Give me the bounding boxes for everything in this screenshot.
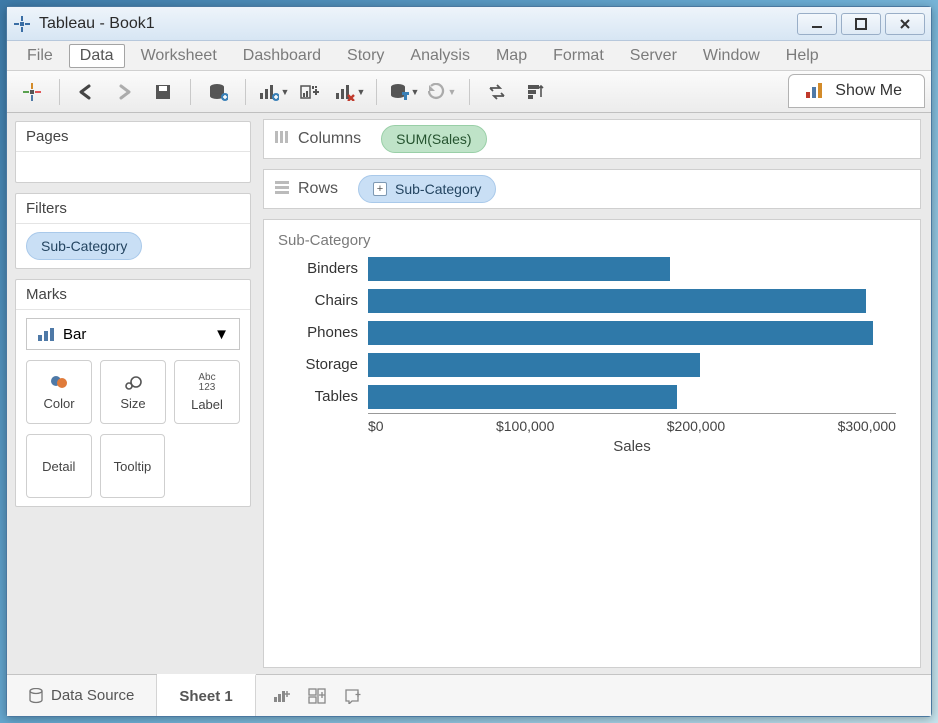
- bar-phones[interactable]: [368, 321, 873, 345]
- pages-label: Pages: [16, 122, 250, 152]
- menu-help[interactable]: Help: [776, 45, 829, 67]
- bar-storage[interactable]: [368, 353, 700, 377]
- x-axis-title: Sales: [368, 438, 896, 455]
- app-title: Tableau - Book1: [39, 15, 155, 33]
- maximize-button[interactable]: [841, 13, 881, 35]
- viz-header: Sub-Category: [278, 232, 896, 249]
- marks-label: Marks: [16, 280, 250, 310]
- workspace: Pages Filters Sub-Category Marks: [7, 113, 931, 674]
- filters-shelf[interactable]: Filters Sub-Category: [15, 193, 251, 269]
- menu-data[interactable]: Data: [69, 44, 125, 68]
- marks-color[interactable]: Color: [26, 360, 92, 424]
- menubar: File Data Worksheet Dashboard Story Analysis M…: [7, 41, 931, 71]
- menu-file[interactable]: File: [17, 45, 63, 67]
- filters-label: Filters: [16, 194, 250, 224]
- bar-tables[interactable]: [368, 385, 677, 409]
- forward-button[interactable]: [108, 77, 142, 107]
- columns-icon: [274, 130, 290, 149]
- x-tick: $200,000: [667, 418, 725, 434]
- rows-label: Rows: [298, 180, 338, 198]
- close-button[interactable]: [885, 13, 925, 35]
- y-axis-labels: BindersChairsPhonesStorageTables: [278, 253, 368, 649]
- new-dashboard-icon[interactable]: [308, 688, 326, 704]
- swap-button[interactable]: [480, 77, 514, 107]
- chevron-down-icon: ▼: [214, 326, 229, 343]
- x-axis: $0 $100,000 $200,000 $300,000: [368, 413, 896, 434]
- minimize-button[interactable]: [797, 13, 837, 35]
- marks-card: Marks Bar ▼: [15, 279, 251, 507]
- mark-type-select[interactable]: Bar ▼: [26, 318, 240, 350]
- menu-format[interactable]: Format: [543, 45, 614, 67]
- datasource-icon: [29, 688, 43, 704]
- marks-label[interactable]: Abc123 Label: [174, 360, 240, 424]
- new-worksheet-button[interactable]: ▼: [256, 77, 290, 107]
- app-icon: [13, 15, 31, 33]
- x-tick: $100,000: [496, 418, 554, 434]
- marks-detail[interactable]: Detail: [26, 434, 92, 498]
- menu-analysis[interactable]: Analysis: [400, 45, 480, 67]
- filter-pill-subcategory[interactable]: Sub-Category: [26, 232, 142, 260]
- bar-row: [368, 381, 896, 413]
- y-label: Storage: [278, 349, 368, 381]
- x-tick: $300,000: [838, 418, 896, 434]
- expand-icon: +: [373, 182, 387, 196]
- titlebar: Tableau - Book1: [7, 7, 931, 41]
- y-label: Phones: [278, 317, 368, 349]
- color-icon: [49, 374, 69, 392]
- tab-data-source[interactable]: Data Source: [7, 675, 157, 716]
- menu-map[interactable]: Map: [486, 45, 537, 67]
- rows-shelf[interactable]: Rows + Sub-Category: [263, 169, 921, 209]
- bar-icon: [37, 327, 55, 341]
- visualization: Sub-Category BindersChairsPhonesStorageT…: [263, 219, 921, 668]
- menu-server[interactable]: Server: [620, 45, 687, 67]
- tab-sheet-1[interactable]: Sheet 1: [157, 674, 255, 716]
- tableau-logo-icon[interactable]: [15, 77, 49, 107]
- label-icon: Abc123: [198, 373, 215, 393]
- columns-label: Columns: [298, 130, 361, 148]
- save-button[interactable]: [146, 77, 180, 107]
- bar-row: [368, 317, 896, 349]
- menu-dashboard[interactable]: Dashboard: [233, 45, 331, 67]
- y-label: Binders: [278, 253, 368, 285]
- side-panel: Pages Filters Sub-Category Marks: [7, 113, 259, 674]
- show-me-label: Show Me: [835, 82, 902, 100]
- auto-update-button[interactable]: ▼: [387, 77, 421, 107]
- show-me-button[interactable]: Show Me: [788, 74, 925, 108]
- bars-area: $0 $100,000 $200,000 $300,000 Sales: [368, 253, 896, 649]
- sort-asc-button[interactable]: [518, 77, 552, 107]
- marks-size[interactable]: Size: [100, 360, 166, 424]
- pages-shelf[interactable]: Pages: [15, 121, 251, 183]
- duplicate-sheet-button[interactable]: [294, 77, 328, 107]
- menu-window[interactable]: Window: [693, 45, 770, 67]
- y-label: Tables: [278, 381, 368, 413]
- new-story-icon[interactable]: [344, 688, 362, 704]
- rows-icon: [274, 180, 290, 199]
- bar-row: [368, 285, 896, 317]
- bar-row: [368, 253, 896, 285]
- app-window: Tableau - Book1 File Data Worksheet Dashboa…: [6, 6, 932, 717]
- bar-chairs[interactable]: [368, 289, 866, 313]
- menu-worksheet[interactable]: Worksheet: [131, 45, 227, 67]
- clear-sheet-button[interactable]: ▼: [332, 77, 366, 107]
- show-me-icon: [805, 83, 825, 99]
- y-label: Chairs: [278, 285, 368, 317]
- marks-tooltip[interactable]: Tooltip: [100, 434, 166, 498]
- columns-pill-sum-sales[interactable]: SUM(Sales): [381, 125, 486, 153]
- rows-pill-subcategory[interactable]: + Sub-Category: [358, 175, 496, 203]
- bottom-tabs: Data Source Sheet 1: [7, 674, 931, 716]
- bar-row: [368, 349, 896, 381]
- canvas: Columns SUM(Sales) Rows + Sub-Category: [259, 113, 931, 674]
- back-button[interactable]: [70, 77, 104, 107]
- data-source-button[interactable]: [201, 77, 235, 107]
- toolbar: ▼ ▼ ▼ ▼ Show: [7, 71, 931, 113]
- run-update-button[interactable]: ▼: [425, 77, 459, 107]
- columns-shelf[interactable]: Columns SUM(Sales): [263, 119, 921, 159]
- size-icon: [123, 374, 143, 392]
- bar-binders[interactable]: [368, 257, 670, 281]
- menu-story[interactable]: Story: [337, 45, 394, 67]
- x-tick: $0: [368, 418, 384, 434]
- new-worksheet-icon[interactable]: [272, 688, 290, 704]
